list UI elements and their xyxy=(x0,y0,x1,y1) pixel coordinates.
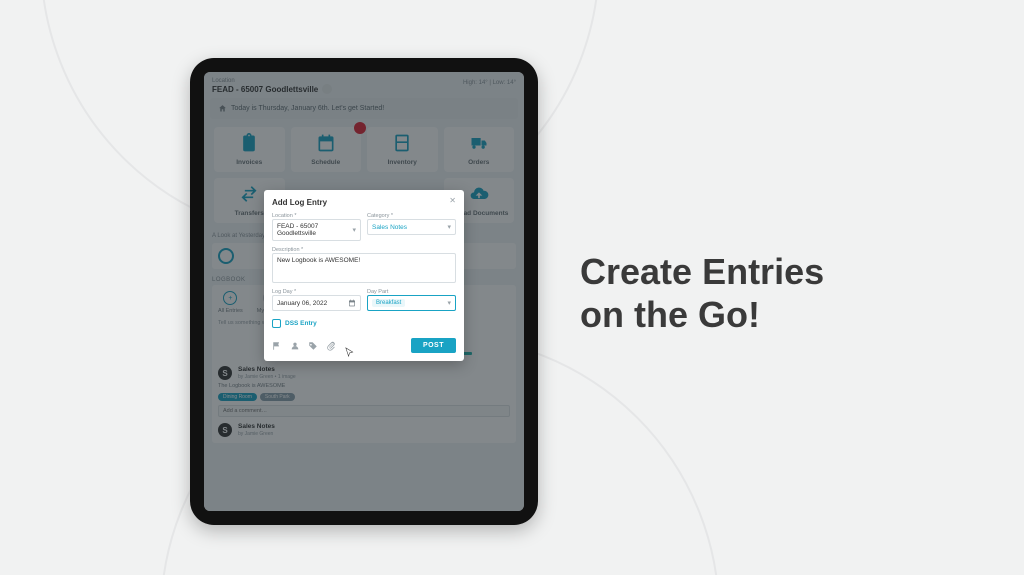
description-value: New Logbook is AWESOME! xyxy=(277,257,360,264)
marketing-headline: Create Entries on the Go! xyxy=(580,250,980,336)
chevron-down-icon: ▾ xyxy=(447,299,451,307)
modal-title: Add Log Entry xyxy=(272,198,456,207)
category-select[interactable]: Sales Notes ▾ xyxy=(367,219,456,235)
category-value: Sales Notes xyxy=(372,224,407,231)
checkbox-icon xyxy=(272,319,281,328)
dss-entry-checkbox[interactable]: DSS Entry xyxy=(272,319,456,328)
tablet-screen: Location FEAD - 65007 Goodlettsville Hig… xyxy=(204,72,524,511)
post-button[interactable]: POST xyxy=(411,338,456,353)
logday-value: January 06, 2022 xyxy=(277,300,327,307)
daypart-select[interactable]: Breakfast ▾ xyxy=(367,295,456,311)
dss-label: DSS Entry xyxy=(285,320,317,327)
tablet-frame: Location FEAD - 65007 Goodlettsville Hig… xyxy=(190,58,538,525)
description-input[interactable]: New Logbook is AWESOME! xyxy=(272,253,456,283)
mouse-cursor xyxy=(344,347,355,358)
logday-input[interactable]: January 06, 2022 xyxy=(272,295,361,311)
flag-icon[interactable] xyxy=(272,341,282,351)
chevron-down-icon: ▾ xyxy=(352,226,356,234)
location-select[interactable]: FEAD - 65007 Goodlettsville ▾ xyxy=(272,219,361,241)
modal-toolbar xyxy=(272,341,336,351)
location-value: FEAD - 65007 Goodlettsville xyxy=(277,223,352,237)
chevron-down-icon: ▾ xyxy=(447,223,451,231)
calendar-icon xyxy=(348,299,356,307)
attachment-icon[interactable] xyxy=(326,341,336,351)
add-log-entry-modal: Add Log Entry ✕ Location * FEAD - 65007 … xyxy=(264,190,464,361)
person-icon[interactable] xyxy=(290,341,300,351)
close-icon[interactable]: ✕ xyxy=(449,196,456,205)
daypart-value: Breakfast xyxy=(372,299,405,307)
tag-icon[interactable] xyxy=(308,341,318,351)
headline-line-2: on the Go! xyxy=(580,294,760,335)
headline-line-1: Create Entries xyxy=(580,251,824,292)
